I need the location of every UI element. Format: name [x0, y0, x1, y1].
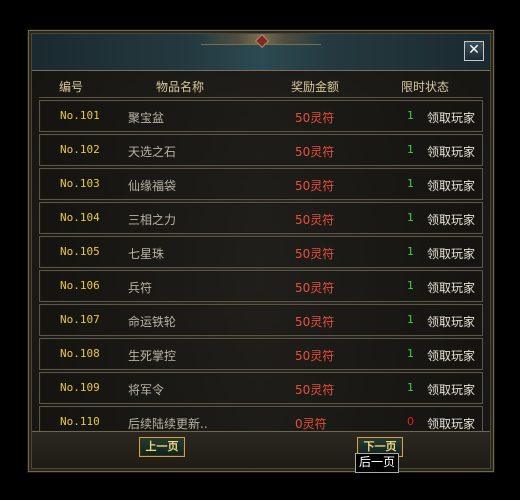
row-claim-players[interactable]: 领取玩家 — [427, 177, 475, 194]
table-row: No.105 七星珠 50灵符 1 领取玩家 — [39, 236, 483, 268]
ornament-gem-icon — [254, 33, 270, 49]
row-claim-players[interactable]: 领取玩家 — [427, 347, 475, 364]
header-reward: 奖励金额 — [291, 80, 340, 94]
row-limit: 1 — [407, 109, 414, 122]
row-item-name: 聚宝盆 — [128, 111, 165, 125]
reward-list: No.101 聚宝盆 50灵符 1 领取玩家 No.102 天选之石 50灵符 1 领取玩家 No.… — [39, 100, 483, 440]
row-limit: 1 — [407, 177, 414, 190]
row-limit: 0 — [407, 415, 414, 428]
row-claim-players[interactable]: 领取玩家 — [427, 313, 475, 330]
row-claim-players[interactable]: 领取玩家 — [427, 109, 475, 126]
row-claim-players[interactable]: 领取玩家 — [427, 211, 475, 228]
row-limit: 1 — [407, 143, 414, 156]
row-limit: 1 — [407, 313, 414, 326]
table-row: No.104 三相之力 50灵符 1 领取玩家 — [39, 202, 483, 234]
row-reward: 0灵符 — [295, 417, 327, 431]
row-reward: 50灵符 — [295, 281, 335, 295]
row-limit: 1 — [407, 211, 414, 224]
row-item-name: 后续陆续更新.. — [128, 417, 208, 431]
table-row: No.109 将军令 50灵符 1 领取玩家 — [39, 372, 483, 404]
row-reward: 50灵符 — [295, 315, 335, 329]
row-number: No.103 — [60, 177, 100, 190]
close-button[interactable]: ✕ — [464, 41, 484, 61]
row-limit: 1 — [407, 245, 414, 258]
row-item-name: 生死掌控 — [128, 349, 177, 363]
row-limit: 1 — [407, 347, 414, 360]
row-number: No.109 — [60, 381, 100, 394]
row-item-name: 天选之石 — [128, 145, 177, 159]
row-number: No.110 — [60, 415, 100, 428]
row-number: No.101 — [60, 109, 100, 122]
row-item-name: 三相之力 — [128, 213, 177, 227]
row-item-name: 命运铁轮 — [128, 315, 177, 329]
dialog-titlebar: ✕ — [32, 33, 490, 71]
table-row: No.108 生死掌控 50灵符 1 领取玩家 — [39, 338, 483, 370]
reward-dialog: ✕ 编号 物品名称 奖励金额 限时状态 No.101 聚宝盆 50灵符 1 领取玩家 No… — [28, 30, 494, 472]
row-reward: 50灵符 — [295, 247, 335, 261]
row-claim-players[interactable]: 领取玩家 — [427, 381, 475, 398]
row-limit: 1 — [407, 279, 414, 292]
table-row: No.103 仙缘福袋 50灵符 1 领取玩家 — [39, 168, 483, 200]
row-item-name: 七星珠 — [128, 247, 165, 261]
table-header: 编号 物品名称 奖励金额 限时状态 — [39, 75, 483, 98]
row-claim-players[interactable]: 领取玩家 — [427, 279, 475, 296]
table-row: No.106 兵符 50灵符 1 领取玩家 — [39, 270, 483, 302]
row-reward: 50灵符 — [295, 179, 335, 193]
next-page-tooltip: 后一页 — [355, 453, 399, 473]
row-claim-players[interactable]: 领取玩家 — [427, 415, 475, 432]
row-item-name: 将军令 — [128, 383, 165, 397]
row-reward: 50灵符 — [295, 213, 335, 227]
dialog-footer: 上一页 下一页 — [32, 431, 490, 468]
table-row: No.101 聚宝盆 50灵符 1 领取玩家 — [39, 100, 483, 132]
row-number: No.105 — [60, 245, 100, 258]
row-reward: 50灵符 — [295, 383, 335, 397]
row-claim-players[interactable]: 领取玩家 — [427, 143, 475, 160]
header-limit-status: 限时状态 — [401, 80, 450, 94]
prev-page-button[interactable]: 上一页 — [139, 437, 185, 457]
row-number: No.108 — [60, 347, 100, 360]
row-limit: 1 — [407, 381, 414, 394]
title-ornament — [201, 33, 321, 49]
header-number: 编号 — [59, 80, 84, 94]
row-item-name: 兵符 — [128, 281, 153, 295]
row-number: No.102 — [60, 143, 100, 156]
row-claim-players[interactable]: 领取玩家 — [427, 245, 475, 262]
table-row: No.107 命运铁轮 50灵符 1 领取玩家 — [39, 304, 483, 336]
row-item-name: 仙缘福袋 — [128, 179, 177, 193]
row-number: No.107 — [60, 313, 100, 326]
row-reward: 50灵符 — [295, 145, 335, 159]
table-row: No.102 天选之石 50灵符 1 领取玩家 — [39, 134, 483, 166]
row-number: No.104 — [60, 211, 100, 224]
row-number: No.106 — [60, 279, 100, 292]
row-reward: 50灵符 — [295, 111, 335, 125]
row-reward: 50灵符 — [295, 349, 335, 363]
header-item-name: 物品名称 — [156, 80, 205, 94]
